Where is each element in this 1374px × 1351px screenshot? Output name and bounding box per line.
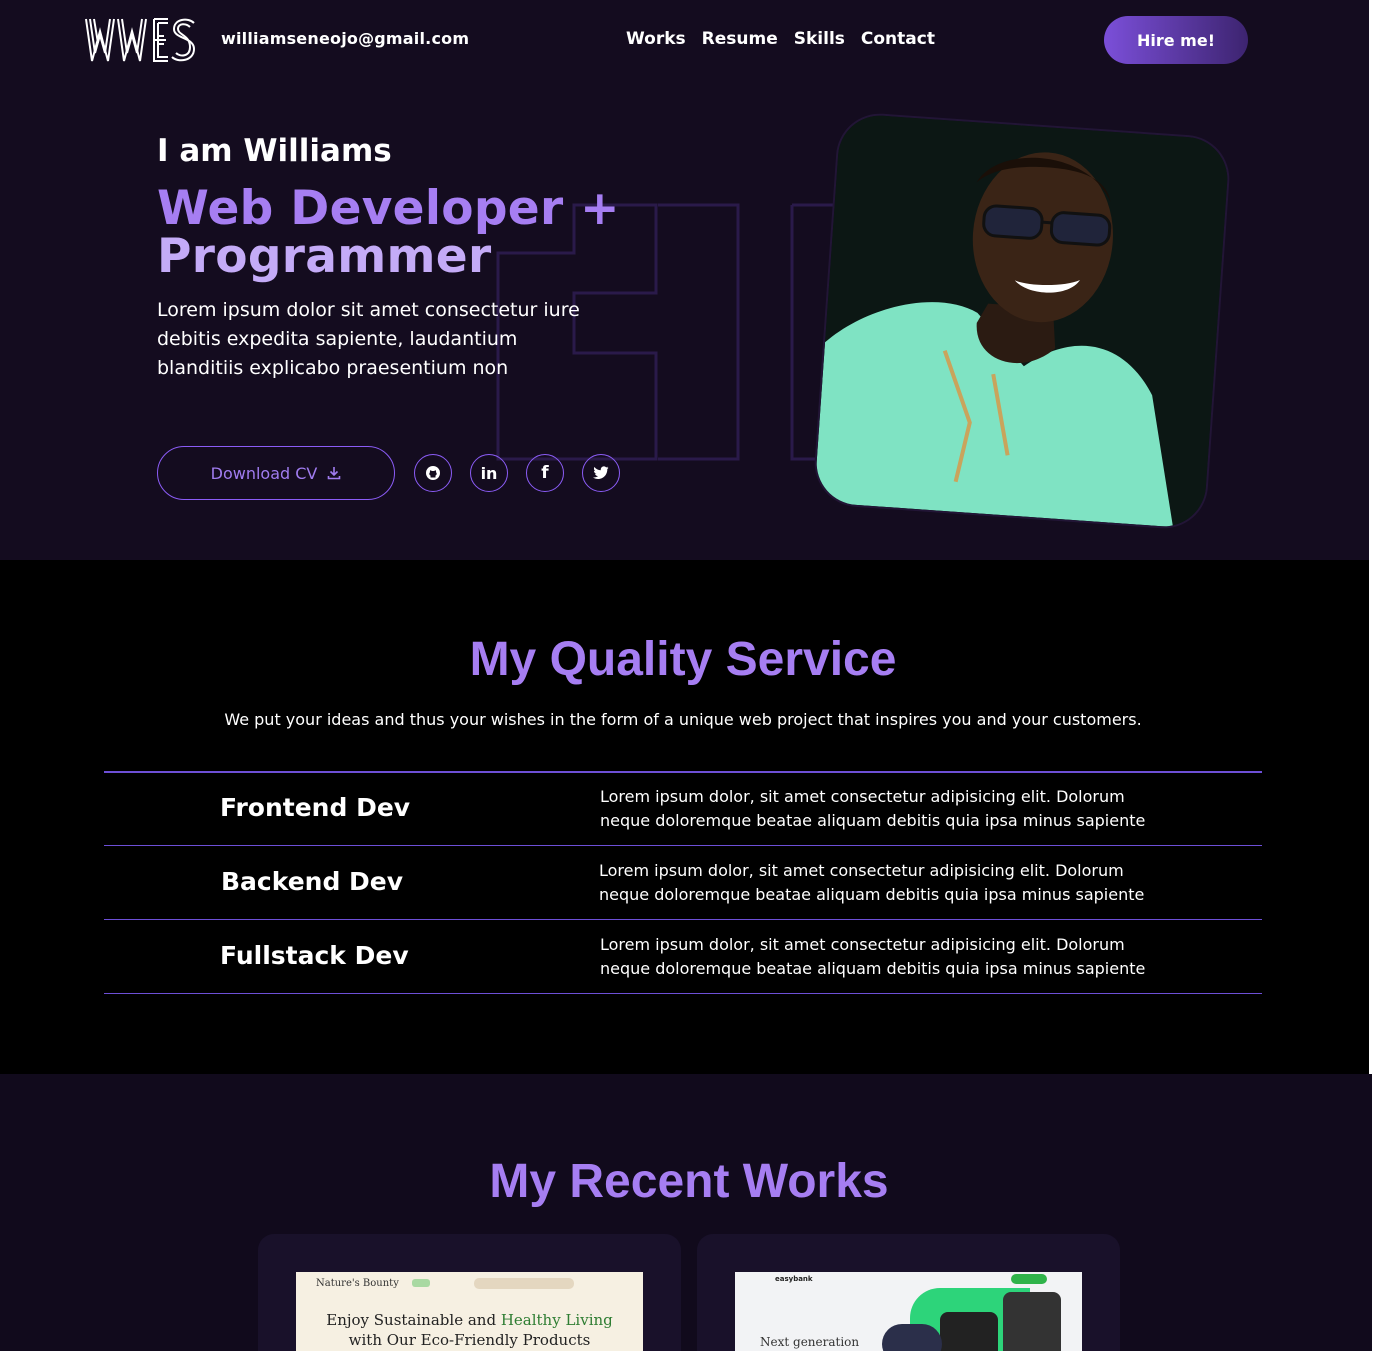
portrait-illustration [813,112,1231,530]
nav-skills[interactable]: Skills [794,29,845,49]
hero-description: Lorem ipsum dolor sit amet consectetur i… [157,299,580,379]
thumb-headline-b: Healthy Living [500,1311,613,1329]
service-row: Backend Dev Lorem ipsum dolor, sit amet … [104,847,1262,920]
thumb-request-button [1011,1274,1047,1284]
facebook-icon: f [541,463,549,483]
intro-heading: I am Williams [157,133,392,169]
works-title: My Recent Works [489,1155,889,1208]
role-line-1: Web Developer + [157,181,620,236]
thumb-phone-1 [940,1312,998,1351]
main-menu: Works Resume Skills Contact [626,29,935,49]
thumb-dark-shape [882,1324,942,1351]
linkedin-link[interactable]: in [470,454,508,492]
work-card[interactable]: easybank Next generation [697,1234,1120,1351]
thumb-search-bar [474,1278,574,1289]
download-cv-label: Download CV [210,463,318,483]
service-text: Lorem ipsum dolor, sit amet consectetur … [600,787,1146,830]
profile-photo [813,112,1231,530]
service-name: Backend Dev [221,867,404,896]
twitter-link[interactable] [582,454,620,492]
service-text: Lorem ipsum dolor, sit amet consectetur … [599,861,1145,904]
role-heading: Web Developer + Programmer [157,185,620,281]
service-section: My Quality Service We put your ideas and… [0,560,1369,1074]
thumb-nav-pill [412,1279,430,1287]
service-text: Lorem ipsum dolor, sit amet consectetur … [600,935,1146,978]
nav-works[interactable]: Works [626,29,686,49]
thumb-headline-c: with Our Eco-Friendly Products [348,1331,591,1349]
twitter-icon [593,466,609,479]
download-icon [328,467,341,480]
work-thumbnail: easybank Next generation [735,1272,1082,1351]
github-link[interactable] [414,454,452,492]
thumb-brand: Nature's Bounty [316,1278,399,1289]
email-link[interactable]: williamseneojo@gmail.com [221,29,469,48]
works-section: My Recent Works Nature's Bounty Enjoy Su… [0,1074,1372,1351]
nav-resume[interactable]: Resume [702,29,778,49]
thumb-phone-2 [1003,1292,1061,1351]
thumb-brand: easybank [775,1275,813,1283]
facebook-link[interactable]: f [526,454,564,492]
linkedin-icon: in [480,463,498,483]
role-line-2: Programmer [157,229,492,284]
thumb-headline: Next generation [760,1335,860,1349]
service-title: My Quality Service [469,633,897,686]
nav-contact[interactable]: Contact [861,29,935,49]
logo[interactable] [84,17,196,63]
download-cv-button[interactable]: Download CV [157,446,395,500]
thumb-headline: Enjoy Sustainable and Healthy Living wit… [296,1310,643,1350]
github-icon [426,466,440,480]
navbar: williamseneojo@gmail.com Works Resume Sk… [0,0,1369,80]
service-name: Frontend Dev [220,793,411,822]
service-subtitle: We put your ideas and thus your wishes i… [224,710,1142,729]
service-row: Fullstack Dev Lorem ipsum dolor, sit ame… [104,921,1262,994]
work-thumbnail: Nature's Bounty Enjoy Sustainable and He… [296,1272,643,1351]
service-row: Frontend Dev Lorem ipsum dolor, sit amet… [104,773,1262,846]
hero-section: williamseneojo@gmail.com Works Resume Sk… [0,0,1369,560]
work-card[interactable]: Nature's Bounty Enjoy Sustainable and He… [258,1234,681,1351]
thumb-headline-a: Enjoy Sustainable and [326,1311,497,1329]
service-name: Fullstack Dev [220,941,409,970]
hire-me-button[interactable]: Hire me! [1104,16,1248,64]
